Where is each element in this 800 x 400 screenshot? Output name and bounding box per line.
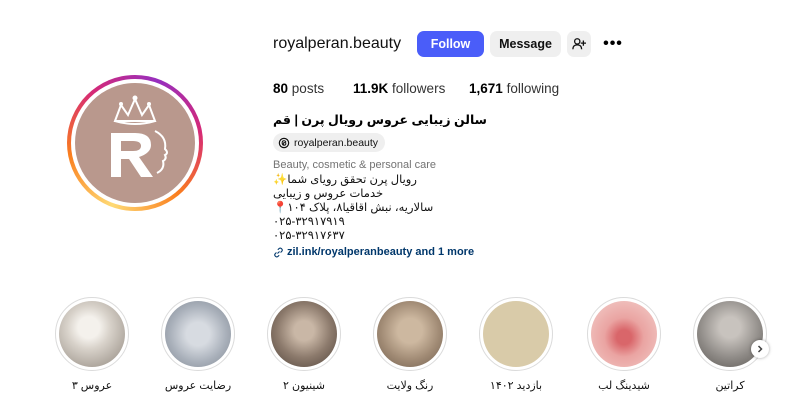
suggest-accounts-button[interactable] [567,31,591,57]
highlight-label: کراتین [715,380,745,392]
threads-handle: royalperan.beauty [294,136,379,149]
story-highlights: عروس ۳ رضایت عروس شینیون ۲ رنگ ولایت باز… [0,297,800,400]
highlight-ring [373,297,447,371]
highlights-next-button[interactable] [751,340,769,358]
highlight-item[interactable]: رنگ ولایت [370,297,450,393]
followers-label: followers [392,81,446,96]
avatar-gap [71,79,199,207]
posts-label: posts [291,81,325,96]
profile-avatar-ring[interactable] [67,75,203,211]
highlight-label: عروس ۳ [71,380,113,392]
full-name: سالن زیبایی عروس رویال پرن | قم [273,113,487,127]
bio-phone-line: ۰۲۵-۳۲۹۱۷۶۳۷ [273,230,345,242]
following-label: following [506,81,560,96]
brand-logo-icon [111,95,168,177]
link-icon [274,246,283,258]
profile-link[interactable]: zil.ink/royalperanbeauty and 1 more [273,245,474,259]
highlight-cover [377,301,443,367]
follow-button[interactable]: Follow [417,31,484,57]
highlight-ring [693,297,767,371]
followers-stat[interactable]: 11.9K followers [353,80,445,98]
highlight-item[interactable]: شیدینگ لب [584,297,664,393]
highlight-label: بازدید ۱۴۰۲ [489,380,543,392]
highlight-ring [587,297,661,371]
highlight-item[interactable]: شینیون ۲ [264,297,344,393]
bio-line: رویال پرن تحقق رویای شما✨ [273,174,417,186]
more-options-icon: ••• [603,35,623,52]
highlight-ring [55,297,129,371]
chevron-right-icon [757,345,763,353]
highlight-label: رضایت عروس [164,380,232,392]
followers-count: 11.9K [353,81,389,96]
avatar[interactable] [75,83,195,203]
highlight-cover [59,301,125,367]
highlight-cover [697,301,763,367]
highlight-label: شیدینگ لب [598,380,650,392]
message-button[interactable]: Message [490,31,561,57]
username: royalperan.beauty [273,35,402,52]
highlight-label: رنگ ولایت [386,380,434,392]
highlight-cover [165,301,231,367]
highlight-ring [267,297,341,371]
highlight-item[interactable]: رضایت عروس [158,297,238,393]
add-user-icon [572,38,586,50]
following-count: 1,671 [469,81,503,96]
bio-phone-line: ۰۲۵-۳۲۹۱۷۹۱۹ [273,216,345,228]
following-stat[interactable]: 1,671 following [469,80,559,98]
posts-count: 80 [273,81,289,96]
threads-icon [278,137,290,148]
posts-stat: 80 posts [273,80,324,98]
profile-link-text: zil.ink/royalperanbeauty and 1 more [287,246,475,258]
highlight-cover [271,301,337,367]
highlight-cover [483,301,549,367]
highlight-label: شینیون ۲ [283,380,325,392]
highlight-ring [479,297,553,371]
bio-line: خدمات عروس و زیبایی [273,188,384,200]
highlight-ring [161,297,235,371]
more-options-button[interactable]: ••• [600,31,626,57]
profile-category: Beauty, cosmetic & personal care [273,159,437,171]
highlight-item[interactable]: عروس ۳ [52,297,132,393]
highlight-cover [591,301,657,367]
threads-badge[interactable]: royalperan.beauty [273,133,386,152]
bio-line: سالاریه، نبش اقاقیا۸، پلاک ۱۰۴📍 [273,202,434,214]
highlight-item[interactable]: بازدید ۱۴۰۲ [476,297,556,393]
